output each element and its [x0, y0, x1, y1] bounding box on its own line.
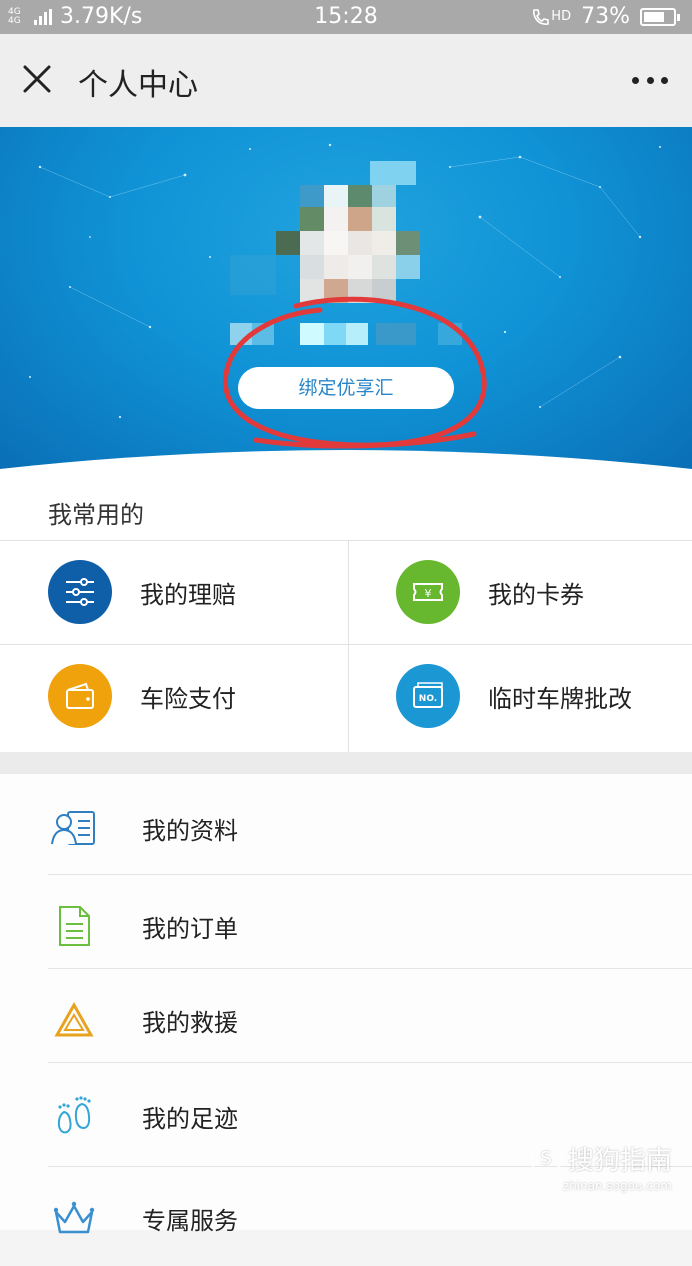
- quick-item-label: 我的卡券: [488, 580, 584, 609]
- avatar-mosaic-block: [324, 255, 348, 279]
- coupon-icon: ¥: [413, 583, 443, 601]
- avatar-mosaic-block: [372, 279, 396, 303]
- menu-item-label: 我的救援: [142, 1008, 238, 1037]
- status-right: HD 73%: [530, 4, 680, 29]
- menu-item-label: 我的资料: [142, 816, 238, 845]
- footprints-icon-wrap: [48, 1090, 100, 1142]
- quick-item-label: 临时车牌批改: [488, 684, 632, 713]
- avatar-mosaic-block: [300, 255, 324, 279]
- watermark-main: S 搜狗指南: [529, 1140, 672, 1177]
- divider: [48, 874, 692, 875]
- section-title: 我常用的: [48, 501, 144, 529]
- avatar-mosaic-block: [300, 207, 324, 231]
- svg-text:¥: ¥: [425, 587, 432, 600]
- more-menu-button[interactable]: [628, 60, 672, 100]
- avatar-mosaic-block: [324, 185, 348, 207]
- more-dot-icon: [632, 76, 639, 84]
- document-icon: [59, 906, 90, 946]
- license-plate-icon: NO.: [413, 682, 443, 708]
- hero-bottom-curve: [0, 450, 692, 477]
- status-bar: 4G 4G 3.79K/s 15:28 HD 73%: [0, 0, 692, 34]
- insurance-payment-icon: [48, 664, 112, 728]
- temp-plate-icon: NO.: [396, 664, 460, 728]
- avatar-mosaic-block: [300, 279, 324, 303]
- exclusive-service-icon: [48, 1192, 100, 1244]
- common-section: 我常用的 我的理赔 ¥ 我的卡券 车险支付 NO. 临时车牌批改: [0, 477, 692, 752]
- sliders-icon: [66, 578, 94, 606]
- page-title: 个人中心: [78, 68, 198, 103]
- quick-item-label: 车险支付: [140, 684, 236, 713]
- avatar-mosaic-block: [348, 207, 372, 231]
- watermark-text: 搜狗指南: [567, 1146, 672, 1176]
- quick-item-label: 我的理赔: [140, 580, 236, 609]
- menu-item-rescue[interactable]: 我的救援: [0, 972, 692, 1068]
- avatar-mosaic-block: [276, 231, 300, 255]
- avatar-mosaic-block: [324, 279, 348, 303]
- menu-item-orders[interactable]: 我的订单: [0, 878, 692, 974]
- profile-icon: [48, 802, 100, 854]
- profile-header: 绑定优享汇: [0, 127, 692, 477]
- avatar-mosaic-block: [396, 231, 420, 255]
- avatar-mosaic-block: [372, 255, 396, 279]
- quick-item-insurance-payment[interactable]: 车险支付: [0, 644, 344, 748]
- close-button[interactable]: [16, 58, 60, 102]
- warning-triangle-icon: [54, 1002, 94, 1037]
- avatar-mosaic-block: [372, 185, 396, 207]
- avatar-mosaic-block: [348, 255, 372, 279]
- avatar-mosaic-block: [396, 255, 420, 279]
- avatar-mosaic-block: [300, 185, 324, 207]
- divider: [48, 968, 692, 969]
- hd-label: HD: [551, 9, 572, 24]
- claims-icon: [48, 560, 112, 624]
- battery-percent: 73%: [581, 4, 630, 29]
- orders-icon: [48, 900, 100, 952]
- avatar-mosaic-block: [372, 207, 396, 231]
- bind-youxianghui-button[interactable]: 绑定优享汇: [238, 367, 454, 409]
- quick-item-temp-plate[interactable]: NO. 临时车牌批改: [348, 644, 692, 748]
- avatar-mosaic-block: [348, 279, 372, 303]
- menu-item-label: 我的足迹: [142, 1104, 238, 1133]
- sogou-logo-icon: S: [529, 1142, 562, 1175]
- avatar-mosaic-block: [348, 231, 372, 255]
- svg-text:NO.: NO.: [419, 694, 437, 704]
- nickname-mosaic: [230, 323, 490, 347]
- profile-card-icon: [51, 811, 95, 845]
- more-dot-icon: [661, 76, 668, 84]
- battery-icon: [640, 7, 680, 26]
- crown-icon: [53, 1201, 95, 1234]
- watermark: S 搜狗指南 zhinan.sogou.com: [529, 1140, 672, 1193]
- avatar-mosaic-block: [372, 231, 396, 255]
- rescue-icon: [48, 994, 100, 1046]
- watermark-url: zhinan.sogou.com: [562, 1179, 672, 1193]
- battery-fill: [644, 11, 665, 22]
- wallet-icon: [66, 682, 94, 709]
- avatar-mosaic-block: [230, 255, 276, 295]
- quick-item-claims[interactable]: 我的理赔: [0, 540, 344, 644]
- avatar-mosaic-block: [300, 231, 324, 255]
- phone-hd-icon: HD: [530, 7, 571, 27]
- avatar-mosaic-block: [324, 231, 348, 255]
- close-icon: [23, 65, 51, 93]
- more-dot-icon: [646, 76, 654, 84]
- footprints-icon: [57, 1096, 91, 1134]
- menu-item-label: 专属服务: [142, 1206, 238, 1235]
- avatar-mosaic-block: [348, 185, 372, 207]
- quick-item-coupons[interactable]: ¥ 我的卡券: [348, 540, 692, 644]
- title-bar: 个人中心: [0, 34, 692, 127]
- divider: [48, 1062, 692, 1063]
- avatar-mosaic-block: [370, 161, 416, 185]
- avatar-mosaic-block: [324, 207, 348, 231]
- section-gap: [0, 752, 692, 774]
- menu-item-label: 我的订单: [142, 914, 238, 943]
- coupons-icon: ¥: [396, 560, 460, 624]
- menu-item-profile[interactable]: 我的资料: [0, 780, 692, 876]
